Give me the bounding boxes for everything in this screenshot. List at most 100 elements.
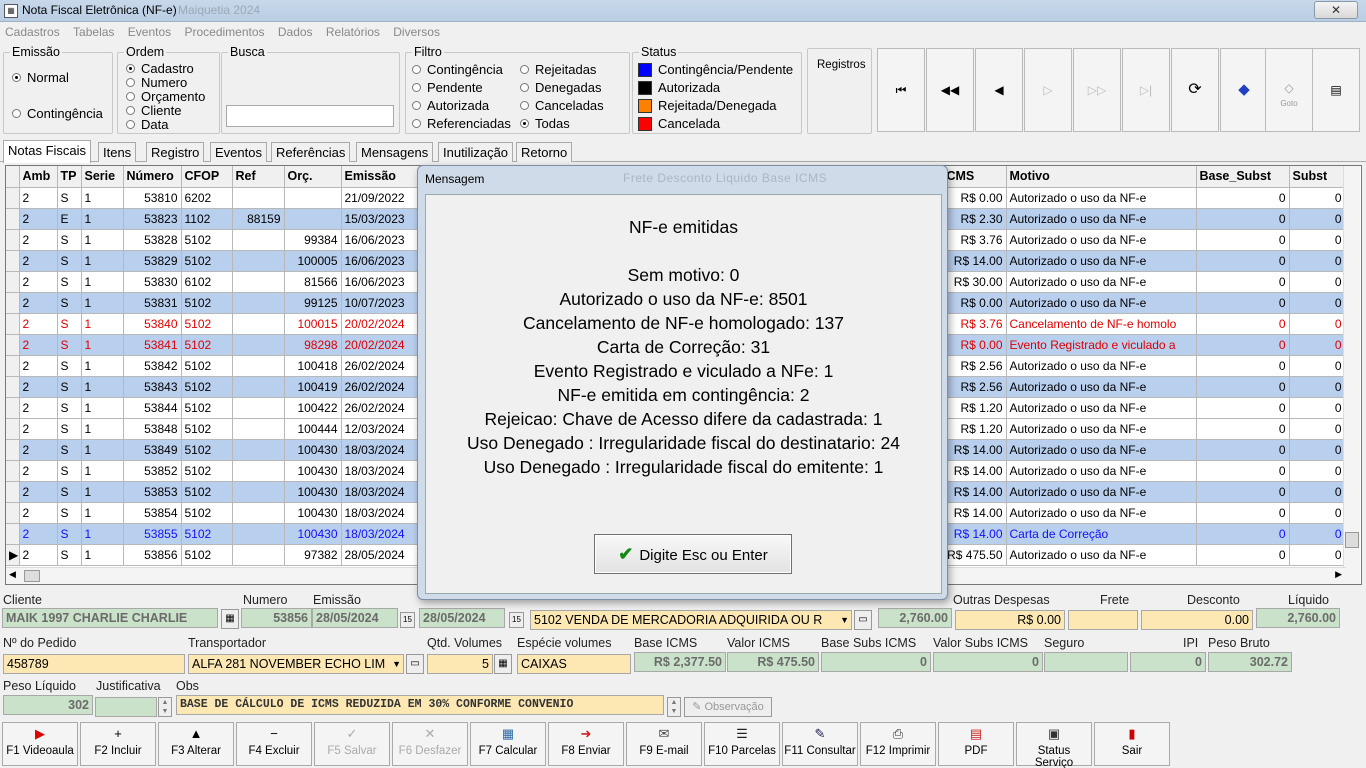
menu-eventos[interactable]: Eventos xyxy=(123,22,176,42)
cell-emissao[interactable]: 28/05/2024 xyxy=(341,544,427,566)
cell-subst[interactable]: 0 xyxy=(1289,208,1346,230)
cell-tp[interactable]: S xyxy=(57,334,82,356)
cell-icms[interactable]: R$ 14.00 xyxy=(940,460,1007,482)
prev-page-button[interactable]: ◀◀ xyxy=(926,48,974,132)
scroll-left-icon[interactable]: ◀ xyxy=(9,569,16,580)
menu-tabelas[interactable]: Tabelas xyxy=(68,22,119,42)
natureza-folder-button[interactable]: ▭ xyxy=(854,610,872,630)
cell-subst[interactable]: 0 xyxy=(1289,481,1346,503)
cell-tp[interactable]: S xyxy=(57,229,82,251)
cell-subst[interactable]: 0 xyxy=(1289,418,1346,440)
cell-icms[interactable]: R$ 1.20 xyxy=(940,397,1007,419)
row-indicator[interactable] xyxy=(6,292,20,314)
cell-tp[interactable]: S xyxy=(57,481,82,503)
cell-numero[interactable]: 53852 xyxy=(123,460,182,482)
peso-bruto-field[interactable]: 302.72 xyxy=(1208,652,1292,672)
cell-icms[interactable]: R$ 30.00 xyxy=(940,271,1007,293)
cell-tp[interactable]: S xyxy=(57,250,82,272)
cliente-lookup-button[interactable]: ▦ xyxy=(221,609,239,629)
cell-emissao[interactable]: 15/03/2023 xyxy=(341,208,427,230)
cell-ref[interactable] xyxy=(232,418,285,440)
cell-subst[interactable]: 0 xyxy=(1289,334,1346,356)
tab-referencias[interactable]: Referências xyxy=(271,142,351,162)
table-row[interactable]: 2 S 1 53840 5102 100015 20/02/2024 xyxy=(6,313,427,335)
emissao-calendar-button[interactable]: 15 xyxy=(400,612,415,628)
cell-numero[interactable]: 53840 xyxy=(123,313,182,335)
cell-cfop[interactable]: 5102 xyxy=(181,334,233,356)
cell-tp[interactable]: S xyxy=(57,439,82,461)
cell-amb[interactable]: 2 xyxy=(19,439,58,461)
cell-ref[interactable] xyxy=(232,397,285,419)
cell-emissao[interactable]: 12/03/2024 xyxy=(341,418,427,440)
cell-icms[interactable]: R$ 3.76 xyxy=(940,229,1007,251)
cell-emissao[interactable]: 26/02/2024 xyxy=(341,376,427,398)
cell-amb[interactable]: 2 xyxy=(19,460,58,482)
f6-desfazer-button[interactable]: ✕ F6 Desfazer xyxy=(392,722,468,766)
cell-icms[interactable]: R$ 2.30 xyxy=(940,208,1007,230)
cell-base-subst[interactable]: 0 xyxy=(1196,439,1290,461)
cell-serie[interactable]: 1 xyxy=(81,250,124,272)
menu-dados[interactable]: Dados xyxy=(273,22,318,42)
numero-field[interactable]: 53856 xyxy=(241,608,312,628)
cell-icms[interactable]: R$ 14.00 xyxy=(940,523,1007,545)
cell-amb[interactable]: 2 xyxy=(19,229,58,251)
cell-motivo[interactable]: Autorizado o uso da NF-e xyxy=(1006,397,1197,419)
cell-tp[interactable]: S xyxy=(57,460,82,482)
especie-field[interactable]: CAIXAS xyxy=(517,654,631,674)
row-indicator[interactable] xyxy=(6,439,20,461)
cell-cfop[interactable]: 5102 xyxy=(181,397,233,419)
ordem-cadastro-radio[interactable]: Cadastro xyxy=(126,61,194,76)
cell-motivo[interactable]: Evento Registrado e viculado a xyxy=(1006,334,1197,356)
cell-serie[interactable]: 1 xyxy=(81,292,124,314)
f2-incluir-button[interactable]: + F2 Incluir xyxy=(80,722,156,766)
tab-notas-fiscais[interactable]: Notas Fiscais xyxy=(3,140,92,163)
cell-icms[interactable]: R$ 475.50 xyxy=(940,544,1007,566)
table-row[interactable]: R$ 14.00 Autorizado o uso da NF-e 0 0 xyxy=(940,460,1346,482)
cell-serie[interactable]: 1 xyxy=(81,334,124,356)
cell-numero[interactable]: 53810 xyxy=(123,187,182,209)
ordem-data-radio[interactable]: Data xyxy=(126,117,168,132)
col-header-ref[interactable]: Ref xyxy=(232,166,285,188)
cell-emissao[interactable]: 18/03/2024 xyxy=(341,523,427,545)
cell-cfop[interactable]: 5102 xyxy=(181,544,233,566)
tab-itens[interactable]: Itens xyxy=(98,142,137,162)
cell-ref[interactable] xyxy=(232,334,285,356)
cell-serie[interactable]: 1 xyxy=(81,439,124,461)
cell-icms[interactable]: R$ 0.00 xyxy=(940,334,1007,356)
filtro-autorizada-radio[interactable]: Autorizada xyxy=(412,98,489,113)
row-indicator[interactable] xyxy=(6,376,20,398)
status-servico-button[interactable]: ▣ Status Serviço xyxy=(1016,722,1092,768)
cell-emissao[interactable]: 16/06/2023 xyxy=(341,271,427,293)
cell-tp[interactable]: S xyxy=(57,187,82,209)
table-row[interactable]: R$ 3.76 Cancelamento de NF-e homolo 0 0 xyxy=(940,313,1346,335)
row-indicator[interactable]: ▶ xyxy=(6,544,20,566)
cell-motivo[interactable]: Autorizado o uso da NF-e xyxy=(1006,292,1197,314)
cell-serie[interactable]: 1 xyxy=(81,355,124,377)
cell-base-subst[interactable]: 0 xyxy=(1196,502,1290,524)
tab-inutilizacao[interactable]: Inutilização xyxy=(438,142,514,162)
cell-orc[interactable]: 100419 xyxy=(284,376,342,398)
cell-motivo[interactable]: Autorizado o uso da NF-e xyxy=(1006,355,1197,377)
cell-base-subst[interactable]: 0 xyxy=(1196,334,1290,356)
next-page-button[interactable]: ▷▷ xyxy=(1073,48,1121,132)
vscroll-thumb[interactable] xyxy=(1345,532,1359,548)
transportador-folder-button[interactable]: ▭ xyxy=(406,654,424,674)
close-button[interactable]: ✕ xyxy=(1314,1,1358,19)
table-row[interactable]: 2 S 1 53844 5102 100422 26/02/2024 xyxy=(6,397,427,419)
cell-orc[interactable]: 99125 xyxy=(284,292,342,314)
filtro-rejeitadas-radio[interactable]: Rejeitadas xyxy=(520,62,596,77)
cell-emissao[interactable]: 21/09/2022 xyxy=(341,187,427,209)
table-row[interactable]: 2 S 1 53848 5102 100444 12/03/2024 xyxy=(6,418,427,440)
cell-base-subst[interactable]: 0 xyxy=(1196,250,1290,272)
natureza-select[interactable]: 5102 VENDA DE MERCADORIA ADQUIRIDA OU R ▼ xyxy=(530,610,852,630)
prev-record-button[interactable]: ◀ xyxy=(975,48,1023,132)
cell-serie[interactable]: 1 xyxy=(81,187,124,209)
last-record-button[interactable]: ▷| xyxy=(1122,48,1170,132)
row-indicator[interactable] xyxy=(6,250,20,272)
cell-amb[interactable]: 2 xyxy=(19,250,58,272)
cell-cfop[interactable]: 5102 xyxy=(181,376,233,398)
cell-orc[interactable]: 100015 xyxy=(284,313,342,335)
row-indicator[interactable] xyxy=(6,418,20,440)
table-row[interactable]: R$ 475.50 Autorizado o uso da NF-e 0 0 xyxy=(940,544,1346,566)
cell-ref[interactable] xyxy=(232,355,285,377)
